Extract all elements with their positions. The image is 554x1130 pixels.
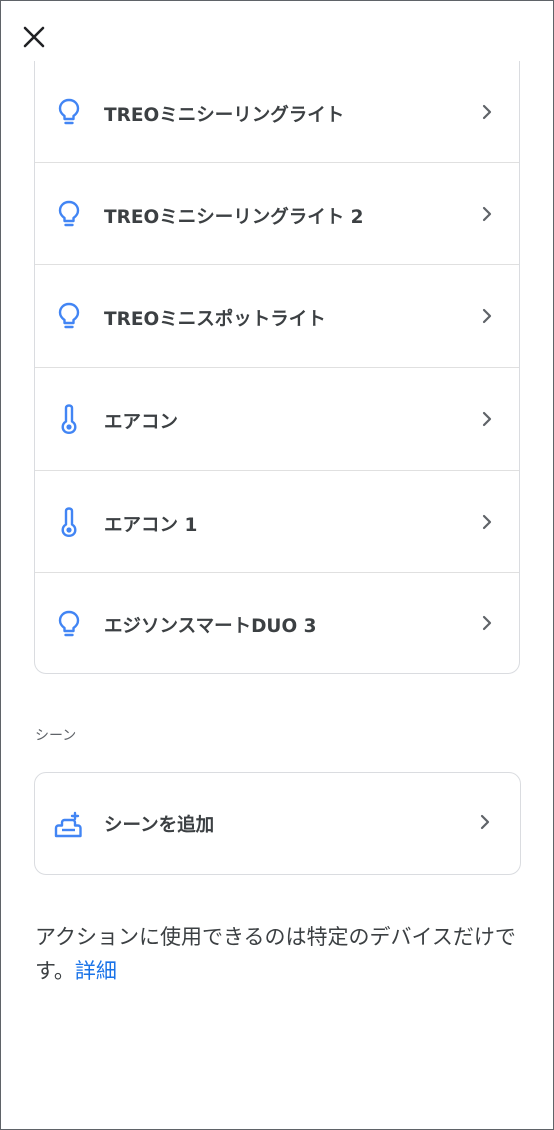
screen-frame: TREOミニシーリングライト TREOミニシーリングライト 2 TREOミニスポ… — [0, 0, 554, 1130]
chevron-right-icon — [479, 102, 495, 122]
learn-more-link[interactable]: 詳細 — [75, 959, 117, 983]
lightbulb-icon — [55, 200, 83, 228]
lightbulb-icon — [55, 610, 83, 638]
add-scene-button[interactable]: シーンを追加 — [34, 772, 521, 875]
device-label: エアコン 1 — [104, 515, 198, 536]
device-row-air-conditioner-1[interactable]: エアコン 1 — [35, 471, 519, 573]
device-label: エアコン — [104, 412, 179, 433]
device-label: TREOミニスポットライト — [104, 309, 326, 330]
scenes-section-label: シーン — [35, 728, 77, 744]
scene-add-icon — [53, 809, 85, 841]
device-row-treo-mini-ceiling-light-2[interactable]: TREOミニシーリングライト 2 — [35, 163, 519, 265]
close-button[interactable] — [15, 18, 53, 56]
add-scene-label: シーンを追加 — [104, 815, 215, 836]
thermometer-icon — [55, 404, 83, 434]
device-row-edison-smart-duo-3[interactable]: エジソンスマートDUO 3 — [35, 573, 519, 673]
chevron-right-icon — [479, 306, 495, 326]
device-row-treo-mini-ceiling-light[interactable]: TREOミニシーリングライト — [35, 61, 519, 163]
lightbulb-icon — [55, 98, 83, 126]
thermometer-icon — [55, 507, 83, 537]
device-label: エジソンスマートDUO 3 — [104, 616, 317, 637]
chevron-right-icon — [479, 204, 495, 224]
lightbulb-icon — [55, 302, 83, 330]
device-label: TREOミニシーリングライト 2 — [104, 207, 364, 228]
chevron-right-icon — [479, 512, 495, 532]
chevron-right-icon — [479, 409, 495, 429]
footer-note: アクションに使用できるのは特定のデバイスだけです。詳細 — [35, 920, 519, 988]
device-row-treo-mini-spotlight[interactable]: TREOミニスポットライト — [35, 265, 519, 367]
chevron-right-icon — [480, 814, 496, 834]
device-list: TREOミニシーリングライト TREOミニシーリングライト 2 TREOミニスポ… — [34, 61, 520, 674]
close-icon — [23, 26, 45, 48]
device-label: TREOミニシーリングライト — [104, 105, 345, 126]
device-row-air-conditioner[interactable]: エアコン — [35, 368, 519, 470]
chevron-right-icon — [479, 613, 495, 633]
